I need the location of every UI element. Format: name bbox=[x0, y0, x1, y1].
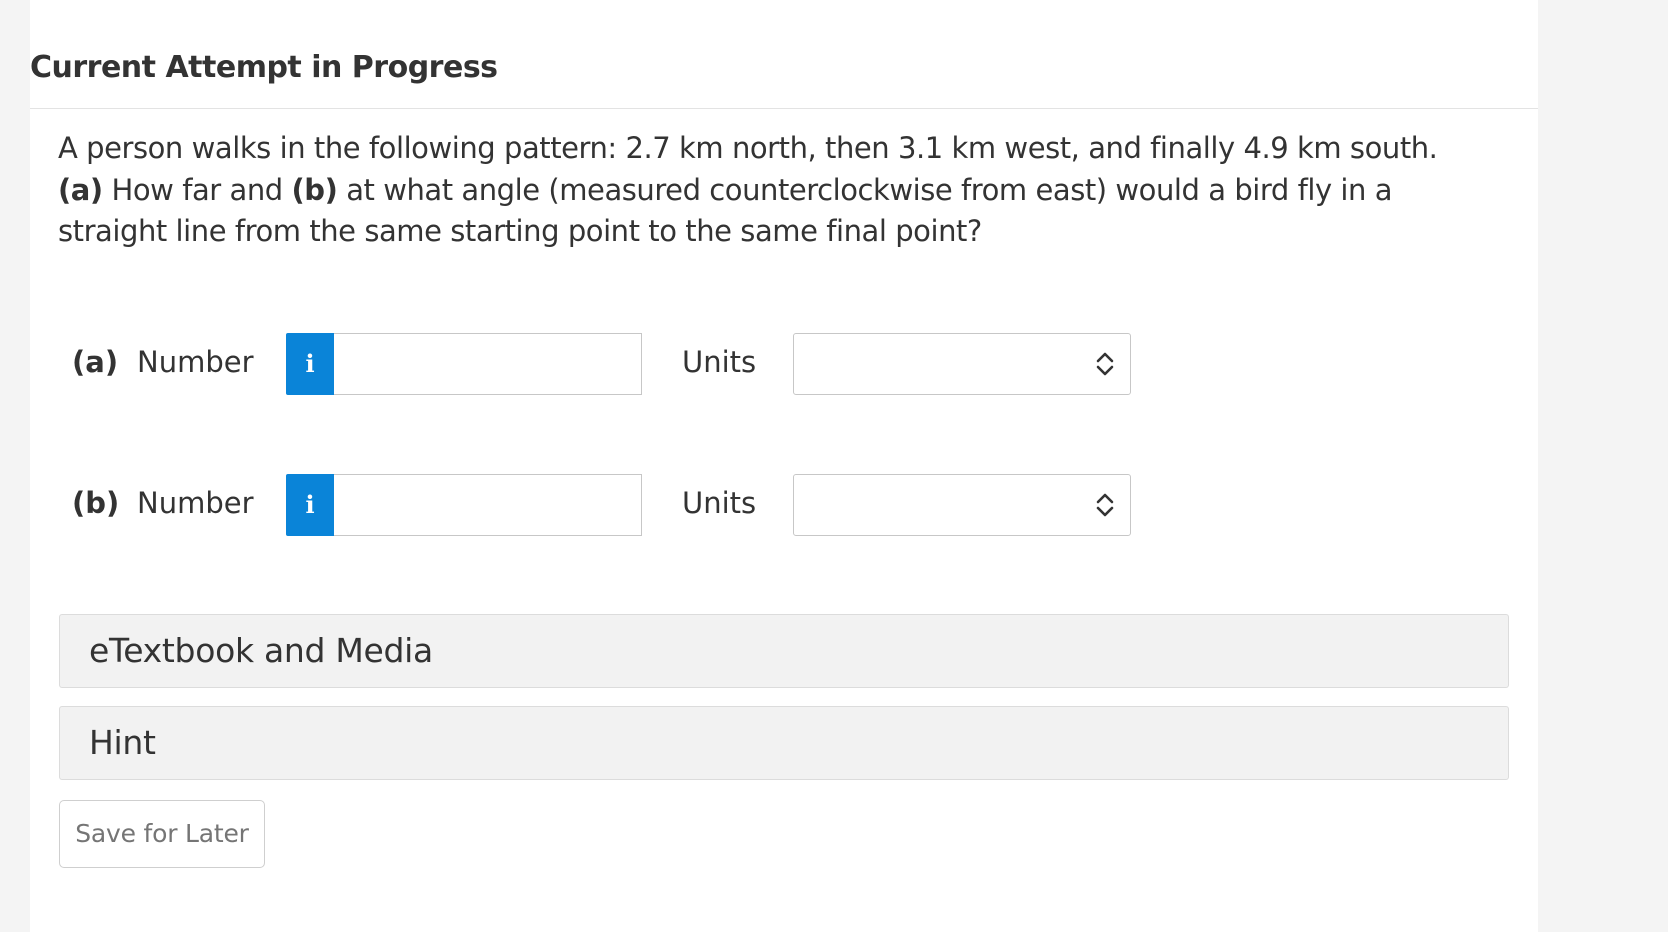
number-input-b[interactable] bbox=[334, 474, 642, 536]
number-input-a[interactable] bbox=[334, 333, 642, 395]
units-select-a[interactable] bbox=[793, 333, 1131, 395]
question-text-part-1: A person walks in the following pattern:… bbox=[58, 131, 1438, 165]
chevron-up-down-icon bbox=[1096, 493, 1114, 517]
hint-label: Hint bbox=[89, 723, 156, 762]
question-text: A person walks in the following pattern:… bbox=[58, 128, 1488, 253]
question-text-part-2: How far and bbox=[102, 172, 292, 207]
part-label-b: (b) bbox=[72, 486, 120, 520]
question-part-b-tag: (b) bbox=[291, 172, 338, 207]
info-icon[interactable]: i bbox=[286, 474, 334, 536]
save-for-later-button[interactable]: Save for Later bbox=[59, 800, 265, 868]
part-label-a: (a) bbox=[72, 345, 119, 379]
question-part-a-tag: (a) bbox=[58, 172, 103, 207]
attempt-title: Current Attempt in Progress bbox=[30, 50, 498, 85]
units-select-b[interactable] bbox=[793, 474, 1131, 536]
hint-section[interactable]: Hint bbox=[59, 706, 1509, 780]
etextbook-media-label: eTextbook and Media bbox=[89, 631, 433, 670]
header-divider bbox=[30, 108, 1538, 109]
info-icon[interactable]: i bbox=[286, 333, 334, 395]
number-label-a: Number bbox=[137, 345, 254, 379]
units-label-a: Units bbox=[682, 345, 757, 379]
chevron-up-down-icon bbox=[1096, 352, 1114, 376]
answer-row-b: (b) Number i Units bbox=[30, 474, 1230, 536]
number-label-b: Number bbox=[137, 486, 254, 520]
question-panel: Current Attempt in Progress A person wal… bbox=[30, 0, 1538, 932]
etextbook-media-section[interactable]: eTextbook and Media bbox=[59, 614, 1509, 688]
answer-row-a: (a) Number i Units bbox=[30, 333, 1230, 395]
units-label-b: Units bbox=[682, 486, 757, 520]
